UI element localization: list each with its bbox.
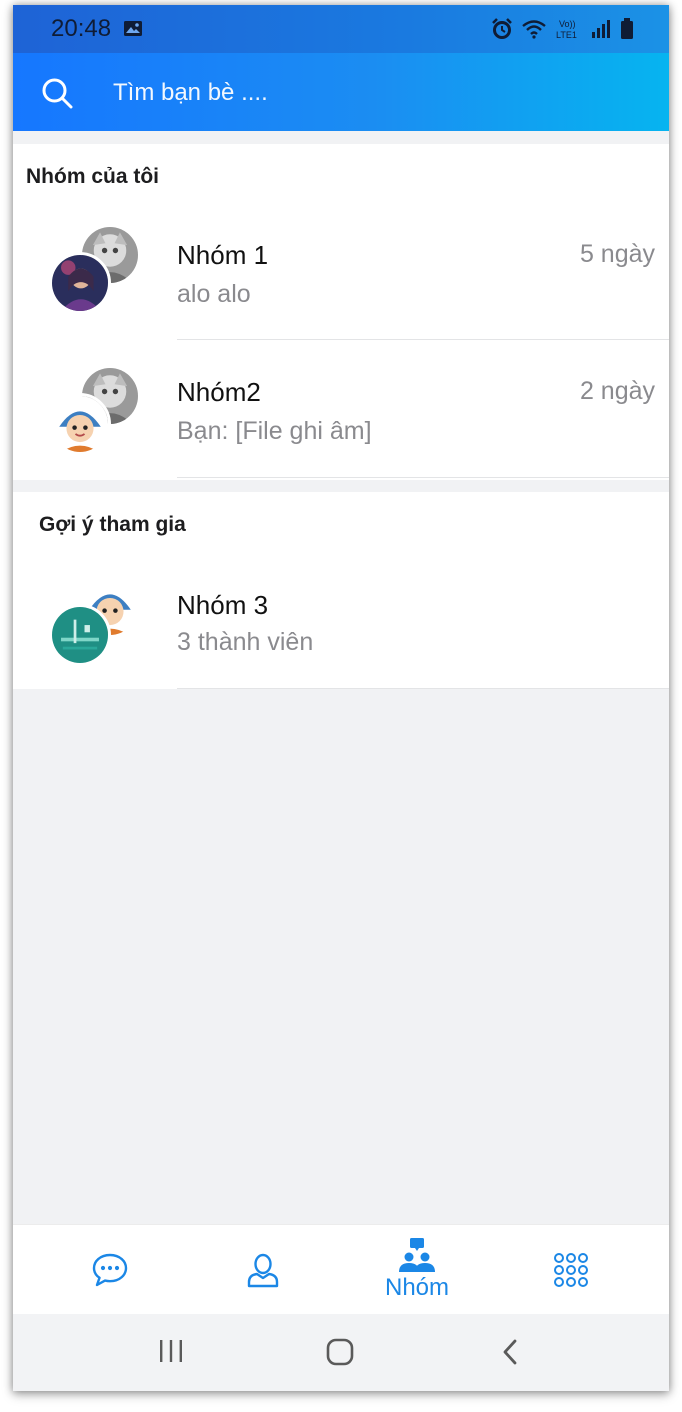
- group-avatar-stack: [49, 224, 145, 320]
- alarm-icon: [492, 18, 512, 39]
- suggested-groups-section: Gợi ý tham gia Nhóm 3 3 thành viên: [13, 492, 669, 689]
- search-icon[interactable]: [41, 77, 73, 109]
- group-name: Nhóm 3: [177, 590, 269, 620]
- group-avatar-stack: [49, 365, 145, 461]
- search-input[interactable]: [113, 75, 633, 111]
- group-last-message: alo alo: [177, 280, 251, 308]
- row-divider: [177, 688, 669, 689]
- volte-icon: Vo)) LTE1: [556, 19, 577, 40]
- contacts-icon: [247, 1253, 279, 1288]
- member-avatar: [49, 393, 111, 455]
- group-icon: [399, 1238, 435, 1272]
- system-navigation-bar: [13, 1314, 669, 1391]
- bottom-navigation: Nhóm: [13, 1224, 669, 1314]
- group-row-1[interactable]: Nhóm 1 5 ngày alo alo: [13, 204, 669, 340]
- nav-tab-contacts[interactable]: [203, 1225, 323, 1315]
- recent-apps-icon[interactable]: [157, 1338, 185, 1364]
- section-title-my-groups: Nhóm của tôi: [26, 165, 160, 188]
- wifi-icon: [522, 20, 546, 39]
- group-row-2[interactable]: Nhóm2 2 ngày Bạn: [File ghi âm]: [13, 341, 669, 478]
- gallery-icon: [124, 21, 142, 36]
- phone-screen: 20:48 Vo)) LTE1 Tìm bạn bè .... Nhóm của…: [13, 5, 669, 1391]
- back-icon[interactable]: [500, 1338, 520, 1366]
- home-icon[interactable]: [326, 1338, 354, 1366]
- member-avatar: [49, 252, 111, 314]
- section-title-suggested: Gợi ý tham gia: [39, 513, 186, 536]
- group-name: Nhóm2: [177, 377, 261, 407]
- member-avatar: [49, 604, 111, 666]
- nav-tab-groups[interactable]: Nhóm: [357, 1225, 477, 1315]
- row-divider: [177, 477, 669, 478]
- group-last-message: Bạn: [File ghi âm]: [177, 417, 372, 445]
- chat-bubble-icon: [92, 1253, 128, 1287]
- status-time: 20:48: [51, 15, 112, 42]
- nav-tab-more[interactable]: [511, 1225, 631, 1315]
- nav-tab-messages[interactable]: [50, 1225, 170, 1315]
- battery-icon: [621, 18, 633, 39]
- grid-menu-icon: [554, 1253, 588, 1287]
- group-member-count: 3 thành viên: [177, 628, 314, 656]
- row-divider: [177, 339, 669, 340]
- signal-icon: [592, 20, 610, 38]
- status-bar: 20:48 Vo)) LTE1: [13, 5, 669, 53]
- search-header: [13, 53, 669, 131]
- nav-tab-groups-label: Nhóm: [384, 1274, 450, 1301]
- my-groups-section: Nhóm của tôi Nhóm 1 5 ngày alo alo Nhóm2…: [13, 144, 669, 480]
- group-name: Nhóm 1: [177, 240, 269, 270]
- group-avatar-stack: [49, 576, 145, 672]
- group-time: 2 ngày: [579, 377, 655, 405]
- group-time: 5 ngày: [579, 240, 655, 268]
- suggested-group-row[interactable]: Nhóm 3 3 thành viên: [13, 550, 669, 689]
- svg-text:LTE1: LTE1: [556, 30, 577, 40]
- svg-text:Vo)): Vo)): [559, 19, 576, 29]
